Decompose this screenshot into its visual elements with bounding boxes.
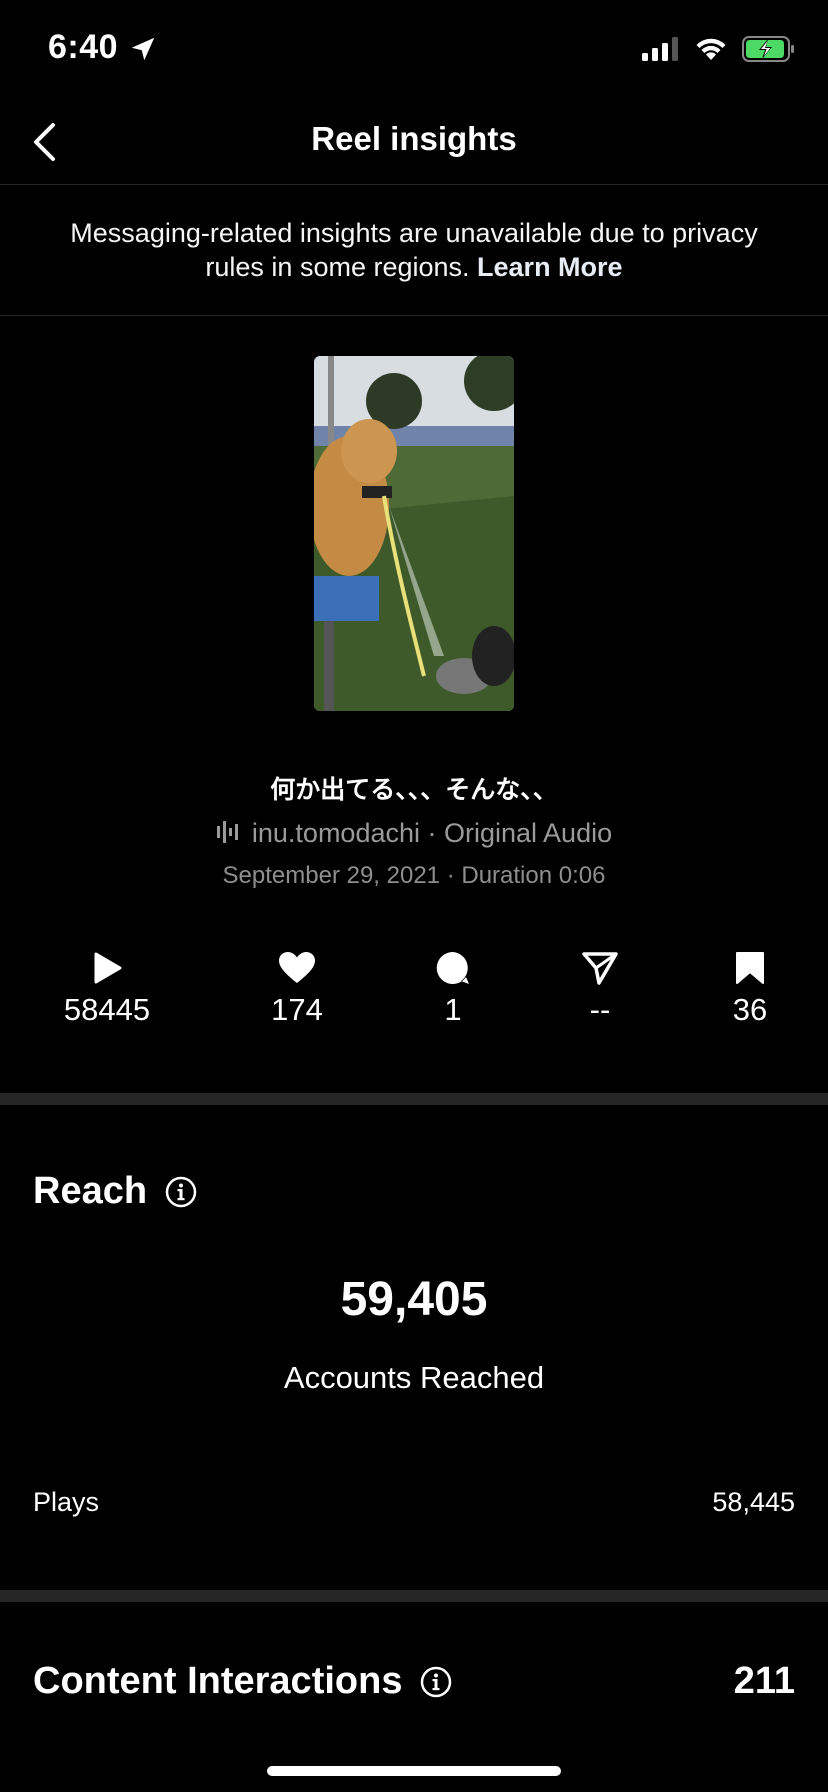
reel-thumbnail[interactable] xyxy=(314,356,514,711)
stat-comments: 1 xyxy=(383,950,523,1028)
likes-count: 174 xyxy=(271,992,323,1027)
page-title: Reel insights xyxy=(311,120,517,157)
plays-count: 58445 xyxy=(63,992,151,1027)
stat-shares: -- xyxy=(530,950,670,1028)
cellular-signal-icon xyxy=(642,37,678,61)
comment-icon xyxy=(436,951,469,984)
reel-meta: September 29, 2021 · Duration 0:06 xyxy=(222,862,606,889)
privacy-notice: Messaging-related insights are unavailab… xyxy=(0,185,828,316)
reel-thumbnail-image xyxy=(314,356,514,711)
saves-count: 36 xyxy=(732,992,768,1027)
info-icon[interactable] xyxy=(165,1176,197,1208)
section-divider xyxy=(0,1590,828,1602)
audio-waveform-icon xyxy=(216,820,238,843)
content-interactions-title: Content Interactions xyxy=(33,1660,403,1702)
status-time: 6:40 xyxy=(48,28,119,66)
plays-row: Plays 58,445 xyxy=(33,1487,795,1518)
reel-duration: Duration 0:06 xyxy=(461,862,606,889)
reach-title: Reach xyxy=(33,1170,148,1212)
info-icon[interactable] xyxy=(420,1666,452,1698)
privacy-notice-text: Messaging-related insights are unavailab… xyxy=(70,218,758,282)
reel-stats: 58445 174 1 -- 36 xyxy=(0,950,828,1040)
section-divider xyxy=(0,1093,828,1105)
content-interactions-value: 211 xyxy=(733,1660,795,1702)
stat-likes: 174 xyxy=(227,950,367,1028)
status-indicators xyxy=(642,34,796,64)
reel-audio[interactable]: inu.tomodachi · Original Audio xyxy=(0,818,828,849)
navigation-header: Reel insights xyxy=(0,100,828,185)
reach-header: Reach xyxy=(33,1170,197,1213)
learn-more-link[interactable]: Learn More xyxy=(477,252,623,282)
heart-icon xyxy=(279,952,315,983)
audio-name: Original Audio xyxy=(444,818,613,848)
play-icon xyxy=(94,952,122,984)
accounts-reached-label: Accounts Reached xyxy=(283,1360,545,1395)
accounts-reached-value: 59,405 xyxy=(340,1273,488,1326)
plays-label: Plays xyxy=(33,1487,100,1517)
location-arrow-icon xyxy=(131,37,155,61)
wifi-icon xyxy=(696,38,726,60)
bookmark-icon xyxy=(736,952,764,984)
home-indicator[interactable] xyxy=(267,1766,561,1776)
reel-date: September 29, 2021 xyxy=(222,862,441,889)
audio-owner: inu.tomodachi xyxy=(251,818,420,848)
share-icon xyxy=(582,952,618,985)
stat-plays: 58445 xyxy=(37,950,177,1028)
reel-caption: 何か出てる、、、そんな、、 xyxy=(270,776,558,804)
content-interactions-header: Content Interactions xyxy=(33,1660,452,1703)
status-bar: 6:40 xyxy=(0,0,828,100)
plays-value: 58,445 xyxy=(712,1487,795,1517)
comments-count: 1 xyxy=(444,992,462,1027)
battery-charging-icon xyxy=(742,36,794,62)
stat-saves: 36 xyxy=(680,950,820,1028)
shares-count: -- xyxy=(589,992,611,1027)
